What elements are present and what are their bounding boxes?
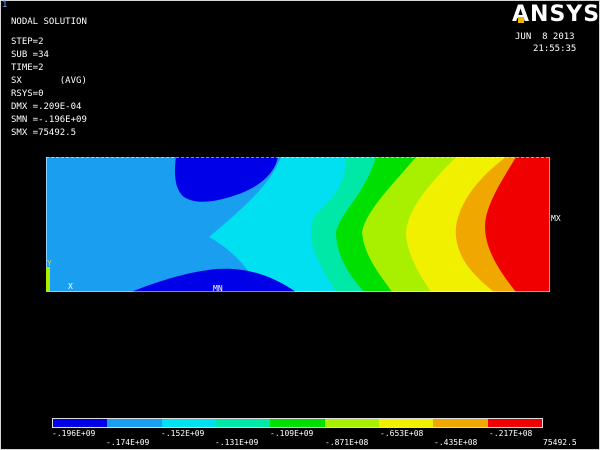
legend-label-1: -.174E+09 [106, 438, 150, 447]
x-axis-label: X [68, 282, 73, 291]
contour-plot[interactable] [46, 157, 550, 292]
result-component: SX (AVG) [11, 76, 87, 86]
legend-label-5: -.871E+08 [325, 438, 369, 447]
legend-label-2: -.152E+09 [161, 429, 205, 438]
axis-triad-marker [46, 267, 50, 292]
legend-label-4: -.109E+09 [270, 429, 314, 438]
plot-title: NODAL SOLUTION [11, 17, 87, 27]
legend-label-7: -.435E+08 [434, 438, 478, 447]
legend-swatch-8 [487, 419, 542, 427]
coordinate-system: RSYS=0 [11, 89, 44, 99]
min-marker-label: MN [213, 284, 223, 293]
legend-swatch-0 [53, 419, 108, 427]
legend-swatch-2 [161, 419, 216, 427]
legend-label-9: 75492.5 [543, 438, 577, 447]
max-marker-label: MX [551, 214, 561, 223]
legend-label-8: -.217E+08 [489, 429, 533, 438]
min-stress: SMN =-.196E+09 [11, 115, 87, 125]
max-displacement: DMX =.209E-04 [11, 102, 82, 112]
plot-time: 21:55:35 [533, 44, 577, 54]
plot-date: JUN 8 2013 [515, 32, 575, 42]
step-value: STEP=2 [11, 37, 44, 47]
legend-label-3: -.131E+09 [215, 438, 259, 447]
legend-swatch-7 [433, 419, 488, 427]
time-value: TIME=2 [11, 63, 44, 73]
contour-legend-bar [52, 418, 543, 428]
y-axis-label: Y [47, 259, 52, 268]
contour-plot-svg [46, 157, 550, 292]
ansys-logo: ANSYS [512, 3, 600, 27]
legend-label-6: -.653E+08 [380, 429, 424, 438]
legend-swatch-3 [215, 419, 271, 427]
legend-swatch-5 [324, 419, 379, 427]
legend-swatch-1 [107, 419, 162, 427]
substep-value: SUB =34 [11, 50, 49, 60]
window-number: 1 [2, 0, 8, 10]
max-stress: SMX =75492.5 [11, 128, 77, 138]
legend-swatch-4 [270, 419, 325, 427]
legend-swatch-6 [378, 419, 434, 427]
legend-label-0: -.196E+09 [52, 429, 96, 438]
ansys-graphics-window[interactable]: 1 ANSYS NODAL SOLUTION STEP=2 SUB =34 TI… [0, 0, 600, 450]
ansys-logo-text: ANSYS [512, 2, 600, 27]
